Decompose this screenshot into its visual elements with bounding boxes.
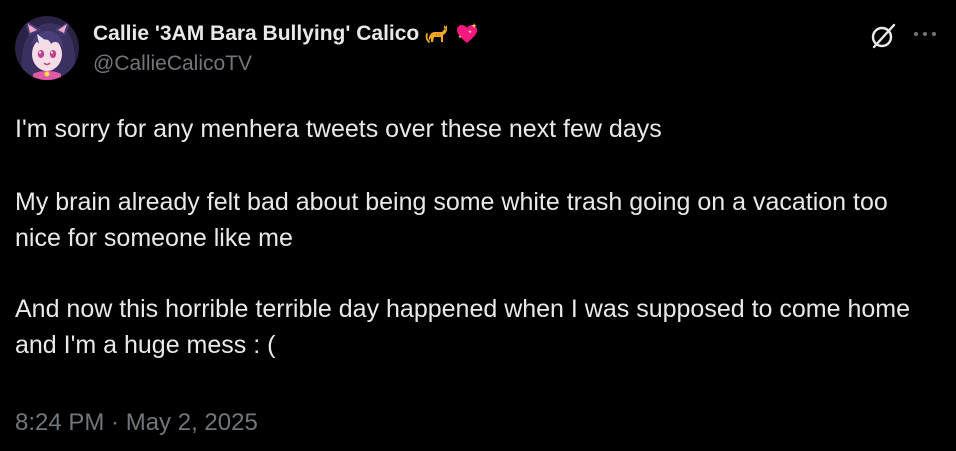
cat-emoji-icon [425,22,449,46]
display-name-row: Callie '3AM Bara Bullying' Calico [93,18,479,50]
tweet-paragraph-2: My brain already felt bad about being so… [15,188,888,252]
tweet-paragraph-3: And now this horrible terrible day happe… [15,295,910,359]
display-name[interactable]: Callie '3AM Bara Bullying' Calico [93,22,419,46]
tweet-paragraph-1: I'm sorry for any menhera tweets over th… [15,115,662,143]
more-icon[interactable] [910,22,940,46]
author-handle[interactable]: @CallieCalicoTV [93,52,479,76]
anime-avatar-icon [15,16,79,80]
tweet-text: I'm sorry for any menhera tweets over th… [15,111,915,363]
avatar[interactable] [15,16,79,80]
tweet-timestamp[interactable]: 8:24 PM · May 2, 2025 [15,409,258,437]
sparkling-heart-emoji-icon [455,22,479,46]
tweet-card: Callie '3AM Bara Bullying' Calico @Calli… [0,0,956,451]
author-header: Callie '3AM Bara Bullying' Calico @Calli… [93,18,479,76]
grok-icon[interactable] [869,22,897,50]
